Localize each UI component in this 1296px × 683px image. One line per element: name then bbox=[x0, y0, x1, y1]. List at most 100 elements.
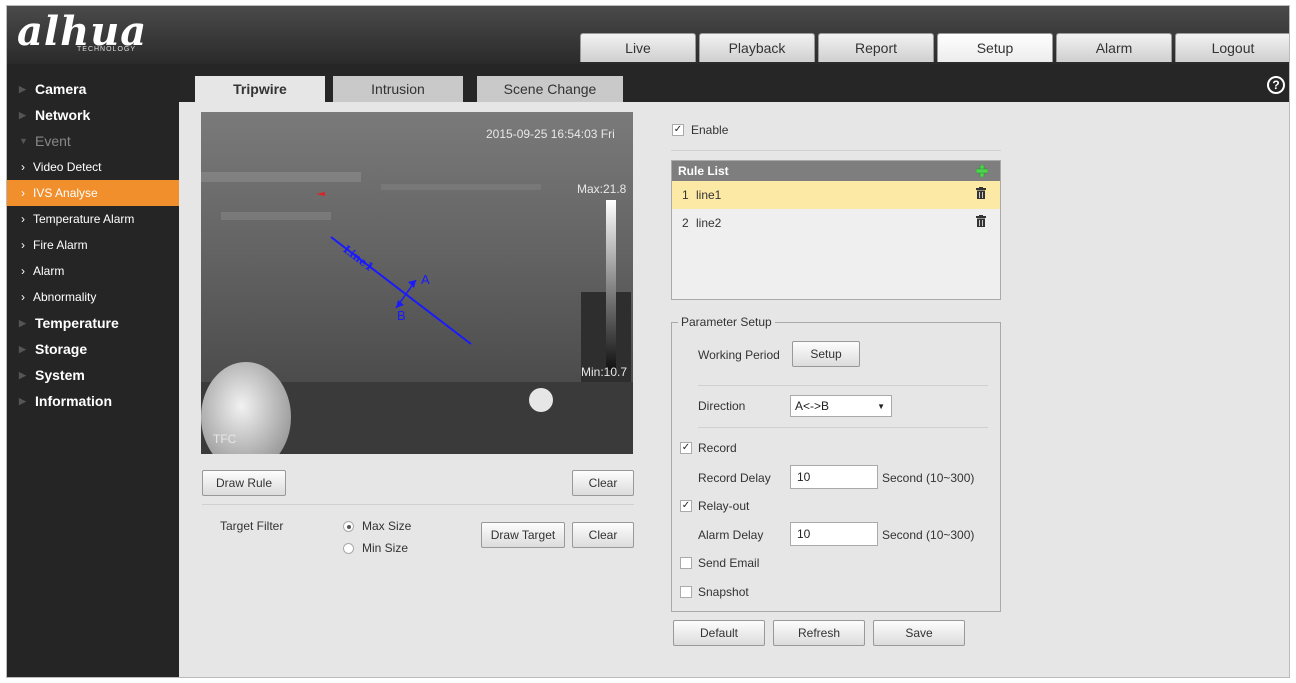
divider bbox=[698, 385, 988, 386]
sidebar-item-camera[interactable]: ▶ Camera bbox=[7, 76, 179, 102]
alarm-delay-input[interactable]: 10 bbox=[790, 522, 878, 546]
sidebar-item-label: Storage bbox=[35, 341, 88, 357]
rule-number: 2 bbox=[682, 216, 689, 230]
clear-rule-button[interactable]: Clear bbox=[572, 470, 634, 496]
clear-target-button[interactable]: Clear bbox=[572, 522, 634, 548]
tab-intrusion[interactable]: Intrusion bbox=[333, 76, 463, 102]
top-nav: Live Playback Report Setup Alarm Logout bbox=[580, 33, 1289, 62]
draw-rule-button[interactable]: Draw Rule bbox=[202, 470, 286, 496]
sidebar-subitem-label: Abnormality bbox=[33, 290, 97, 304]
default-button[interactable]: Default bbox=[673, 620, 765, 646]
chevron-right-icon: › bbox=[21, 212, 25, 226]
record-checkbox[interactable]: ✓ bbox=[680, 442, 692, 454]
enable-checkbox[interactable]: ✓ bbox=[672, 124, 684, 136]
divider bbox=[202, 504, 634, 505]
caret-right-icon: ▶ bbox=[19, 317, 26, 328]
record-label: Record bbox=[698, 441, 737, 455]
temp-min-label: Min:10.7 bbox=[581, 365, 628, 379]
chevron-down-icon: ▼ bbox=[877, 401, 885, 411]
target-filter-label: Target Filter bbox=[220, 519, 284, 533]
tab-scene-change[interactable]: Scene Change bbox=[477, 76, 623, 102]
sidebar-item-information[interactable]: ▶ Information bbox=[7, 388, 179, 414]
tab-tripwire[interactable]: Tripwire bbox=[195, 76, 325, 102]
video-preview[interactable]: 2015-09-25 16:54:03 Fri Max:21.8 Min:10.… bbox=[201, 112, 633, 454]
send-email-checkbox[interactable] bbox=[680, 557, 692, 569]
sidebar-subitem-label: Alarm bbox=[33, 264, 65, 278]
working-period-setup-button[interactable]: Setup bbox=[792, 341, 860, 367]
save-button[interactable]: Save bbox=[873, 620, 965, 646]
rule-list: Rule List 1 line1 2 line2 bbox=[671, 160, 1001, 300]
alarm-delay-unit: Second (10~300) bbox=[882, 528, 975, 542]
sidebar-item-label: Event bbox=[35, 133, 71, 149]
parameter-setup-panel: Parameter Setup Working Period Setup Dir… bbox=[671, 315, 1001, 612]
sidebar-subitem-temperature-alarm[interactable]: › Temperature Alarm bbox=[7, 206, 179, 232]
sidebar-subitem-video-detect[interactable]: › Video Detect bbox=[7, 154, 179, 180]
sidebar-subitem-label: Temperature Alarm bbox=[33, 212, 135, 226]
chevron-right-icon: › bbox=[21, 238, 25, 252]
rule-number: 1 bbox=[682, 188, 689, 202]
record-delay-unit: Second (10~300) bbox=[882, 471, 975, 485]
max-size-radio[interactable] bbox=[343, 521, 354, 532]
alarm-delay-label: Alarm Delay bbox=[698, 528, 764, 542]
record-delay-input[interactable]: 10 bbox=[790, 465, 878, 489]
direction-select[interactable]: A<->B ▼ bbox=[790, 395, 892, 417]
enable-label: Enable bbox=[691, 123, 729, 137]
main-content: Tripwire Intrusion Scene Change ? 2015-0… bbox=[179, 64, 1289, 677]
send-email-label: Send Email bbox=[698, 556, 760, 570]
direction-a-label: A bbox=[421, 272, 430, 287]
sidebar-item-label: Network bbox=[35, 107, 91, 123]
divider bbox=[671, 150, 1001, 151]
sidebar-subitem-alarm[interactable]: › Alarm bbox=[7, 258, 179, 284]
sidebar-item-system[interactable]: ▶ System bbox=[7, 362, 179, 388]
sidebar-subitem-abnormality[interactable]: › Abnormality bbox=[7, 284, 179, 310]
sidebar-item-label: Camera bbox=[35, 81, 87, 97]
sidebar-item-storage[interactable]: ▶ Storage bbox=[7, 336, 179, 362]
caret-right-icon: ▶ bbox=[19, 343, 26, 354]
delete-icon[interactable] bbox=[976, 215, 986, 227]
sidebar-subitem-label: IVS Analyse bbox=[33, 186, 98, 200]
record-delay-label: Record Delay bbox=[698, 471, 771, 485]
rule-item-2[interactable]: 2 line2 bbox=[672, 209, 1000, 237]
chevron-right-icon: › bbox=[21, 186, 25, 200]
tab-bar: Tripwire Intrusion Scene Change ? bbox=[179, 64, 1289, 102]
relay-out-label: Relay-out bbox=[698, 499, 750, 513]
nav-report[interactable]: Report bbox=[818, 33, 934, 62]
refresh-button[interactable]: Refresh bbox=[773, 620, 865, 646]
sidebar-subitem-label: Fire Alarm bbox=[33, 238, 88, 252]
chevron-right-icon: › bbox=[21, 264, 25, 278]
chevron-right-icon: › bbox=[21, 160, 25, 174]
divider bbox=[698, 427, 988, 428]
direction-b-label: B bbox=[397, 308, 406, 323]
add-rule-icon[interactable] bbox=[976, 165, 988, 177]
sidebar-item-label: System bbox=[35, 367, 85, 383]
sidebar-item-event[interactable]: ▼ Event bbox=[7, 128, 179, 154]
snapshot-checkbox[interactable] bbox=[680, 586, 692, 598]
nav-logout[interactable]: Logout bbox=[1175, 33, 1289, 62]
sidebar-subitem-ivs-analyse[interactable]: › IVS Analyse bbox=[7, 180, 179, 206]
rule-list-header: Rule List bbox=[672, 161, 1000, 181]
temp-max-label: Max:21.8 bbox=[577, 182, 627, 196]
delete-icon[interactable] bbox=[976, 187, 986, 199]
chevron-right-icon: › bbox=[21, 290, 25, 304]
nav-playback[interactable]: Playback bbox=[699, 33, 815, 62]
video-timestamp: 2015-09-25 16:54:03 Fri bbox=[486, 127, 615, 141]
rule-item-1[interactable]: 1 line1 bbox=[672, 181, 1000, 209]
nav-live[interactable]: Live bbox=[580, 33, 696, 62]
logo-subtext: TECHNOLOGY bbox=[77, 46, 137, 53]
sidebar-item-label: Information bbox=[35, 393, 112, 409]
caret-down-icon: ▼ bbox=[19, 136, 28, 146]
sidebar-item-temperature[interactable]: ▶ Temperature bbox=[7, 310, 179, 336]
min-size-radio[interactable] bbox=[343, 543, 354, 554]
rule-list-title: Rule List bbox=[678, 164, 729, 178]
sidebar-item-network[interactable]: ▶ Network bbox=[7, 102, 179, 128]
draw-target-button[interactable]: Draw Target bbox=[481, 522, 565, 548]
snapshot-label: Snapshot bbox=[698, 585, 749, 599]
caret-right-icon: ▶ bbox=[19, 369, 26, 380]
direction-label: Direction bbox=[698, 399, 746, 413]
nav-alarm[interactable]: Alarm bbox=[1056, 33, 1172, 62]
sidebar: ▶ Camera ▶ Network ▼ Event › Video Detect › I… bbox=[7, 64, 179, 677]
help-icon[interactable]: ? bbox=[1267, 76, 1285, 94]
relay-out-checkbox[interactable]: ✓ bbox=[680, 500, 692, 512]
nav-setup[interactable]: Setup bbox=[937, 33, 1053, 62]
sidebar-subitem-fire-alarm[interactable]: › Fire Alarm bbox=[7, 232, 179, 258]
